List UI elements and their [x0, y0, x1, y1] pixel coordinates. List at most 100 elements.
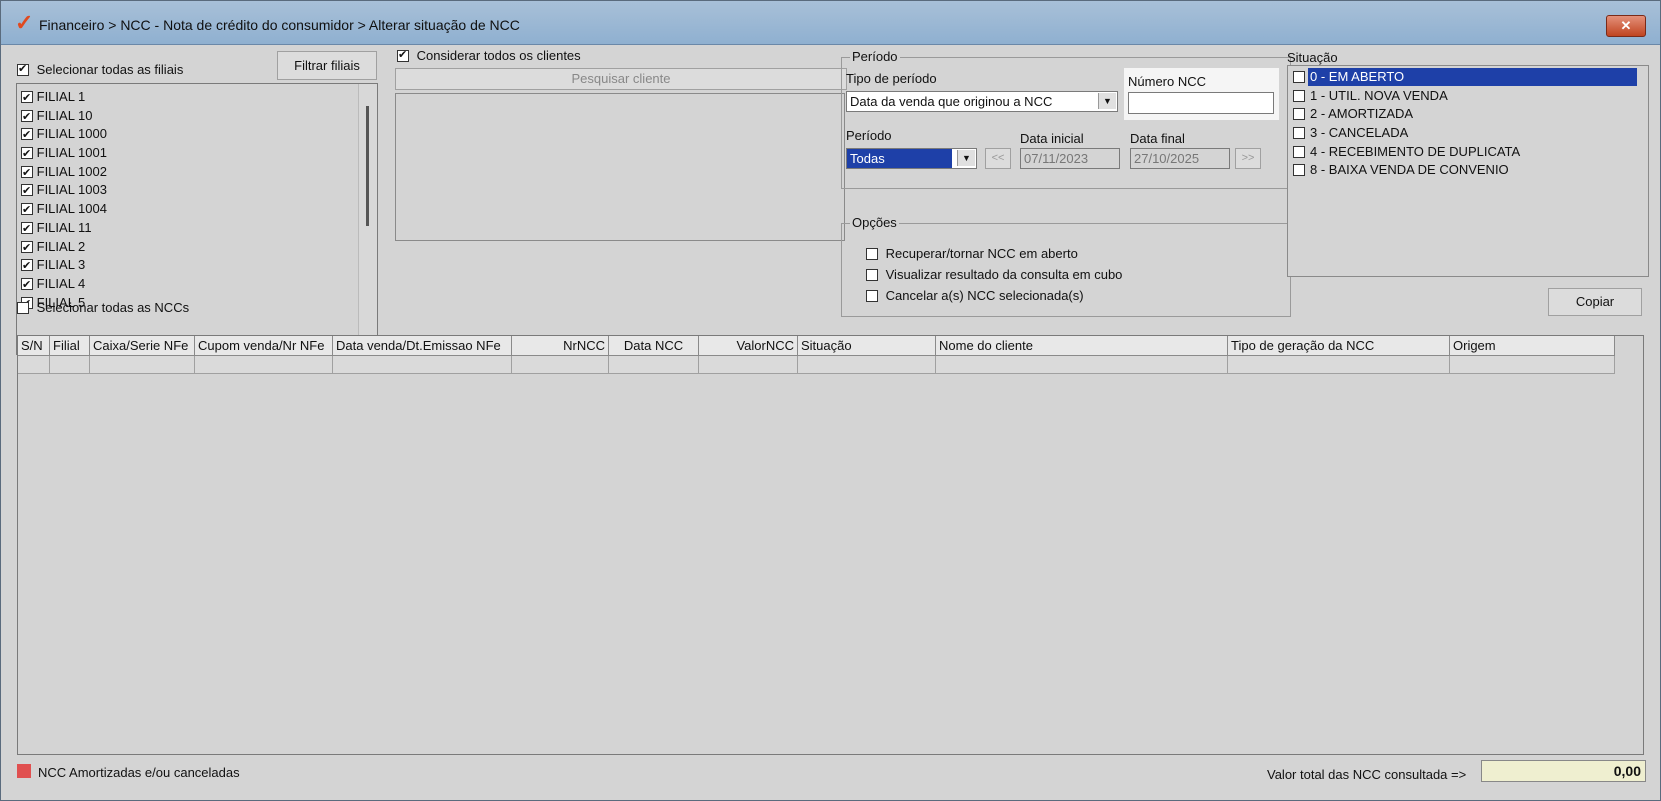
select-all-filiais-checkbox[interactable]: [17, 62, 29, 76]
column-header[interactable]: Nome do cliente: [936, 336, 1228, 356]
filial-item[interactable]: FILIAL 1004: [17, 200, 357, 219]
data-inicial-input[interactable]: 07/11/2023: [1020, 148, 1120, 169]
filial-item[interactable]: FILIAL 4: [17, 275, 357, 294]
situacao-list[interactable]: 0 - EM ABERTO 1 - UTIL. NOVA VENDA 2 - AMO…: [1287, 65, 1649, 277]
column-header[interactable]: Data venda/Dt.Emissao NFe: [333, 336, 512, 356]
consider-all-clients-label: Considerar todos os clientes: [416, 48, 581, 63]
column-header[interactable]: Caixa/Serie NFe: [90, 336, 195, 356]
situacao-item[interactable]: 4 - RECEBIMENTO DE DUPLICATA: [1291, 143, 1643, 162]
chevron-down-icon[interactable]: ▼: [957, 150, 975, 166]
situacao-label: 8 - BAIXA VENDA DE CONVENIO: [1310, 162, 1509, 178]
filial-checkbox[interactable]: [21, 220, 33, 238]
opcao-checkbox[interactable]: [866, 248, 878, 260]
grid-cell[interactable]: [936, 356, 1228, 374]
filial-item[interactable]: FILIAL 1: [17, 88, 357, 107]
situacao-item[interactable]: 2 - AMORTIZADA: [1291, 105, 1643, 124]
situacao-label: 4 - RECEBIMENTO DE DUPLICATA: [1310, 143, 1521, 159]
grid-cell[interactable]: [50, 356, 90, 374]
select-all-nccs[interactable]: Selecionar todas as NCCs: [17, 300, 189, 315]
next-period-button[interactable]: >>: [1235, 148, 1261, 169]
situacao-checkbox[interactable]: [1293, 145, 1305, 158]
data-final-input[interactable]: 27/10/2025: [1130, 148, 1230, 169]
periodo-legend: Período: [850, 49, 900, 64]
filial-checkbox[interactable]: [21, 182, 33, 200]
tipo-periodo-combo[interactable]: Data da venda que originou a NCC ▼: [846, 91, 1118, 112]
filial-item[interactable]: FILIAL 10: [17, 107, 357, 126]
filial-item[interactable]: FILIAL 2: [17, 238, 357, 257]
grid-cell[interactable]: [699, 356, 798, 374]
filial-item[interactable]: FILIAL 1000: [17, 125, 357, 144]
column-header[interactable]: Filial: [50, 336, 90, 356]
numero-ncc-panel: Número NCC: [1124, 68, 1279, 120]
opcao-item[interactable]: Cancelar a(s) NCC selecionada(s): [866, 286, 1122, 307]
situacao-checkbox[interactable]: [1293, 89, 1305, 102]
grid-cell[interactable]: [90, 356, 195, 374]
grid-cell[interactable]: [512, 356, 609, 374]
filial-checkbox[interactable]: [21, 108, 33, 126]
filial-item[interactable]: FILIAL 1002: [17, 163, 357, 182]
grid-cell[interactable]: [18, 356, 50, 374]
column-header[interactable]: ValorNCC: [699, 336, 798, 356]
periodo-combo[interactable]: Todas ▼: [846, 148, 977, 169]
situacao-checkbox[interactable]: [1293, 108, 1305, 121]
filial-checkbox[interactable]: [21, 239, 33, 257]
opcao-item[interactable]: Recuperar/tornar NCC em aberto: [866, 244, 1122, 265]
opcao-label: Cancelar a(s) NCC selecionada(s): [885, 288, 1084, 303]
numero-ncc-input[interactable]: [1128, 92, 1274, 114]
grid-cell[interactable]: [1450, 356, 1615, 374]
situacao-checkbox[interactable]: [1293, 71, 1305, 83]
opcao-label: Recuperar/tornar NCC em aberto: [885, 246, 1078, 261]
periodo-label: Período: [846, 128, 892, 143]
opcao-checkbox[interactable]: [866, 290, 878, 302]
grid-cell[interactable]: [1228, 356, 1450, 374]
column-header[interactable]: S/N: [18, 336, 50, 356]
filial-checkbox[interactable]: [21, 201, 33, 219]
consider-all-clients-checkbox[interactable]: [397, 48, 409, 62]
chevron-down-icon[interactable]: ▼: [1098, 93, 1116, 109]
close-button[interactable]: ✕: [1606, 15, 1646, 37]
filial-item[interactable]: FILIAL 1003: [17, 181, 357, 200]
filtrar-filiais-button[interactable]: Filtrar filiais: [277, 51, 377, 80]
column-header[interactable]: Tipo de geração da NCC: [1228, 336, 1450, 356]
grid-cell[interactable]: [333, 356, 512, 374]
filial-checkbox[interactable]: [21, 145, 33, 163]
column-header[interactable]: Situação: [798, 336, 936, 356]
ncc-grid[interactable]: S/N Filial Caixa/Serie NFe Cupom venda/Nr N…: [17, 335, 1644, 755]
situacao-item[interactable]: 0 - EM ABERTO: [1291, 68, 1643, 87]
filial-checkbox[interactable]: [21, 164, 33, 182]
opcao-item[interactable]: Visualizar resultado da consulta em cubo: [866, 265, 1122, 286]
copiar-button[interactable]: Copiar: [1548, 288, 1642, 316]
select-all-nccs-checkbox[interactable]: [17, 302, 29, 314]
filial-checkbox[interactable]: [21, 126, 33, 144]
select-all-filiais[interactable]: Selecionar todas as filiais: [17, 62, 183, 77]
grid-cell[interactable]: [609, 356, 699, 374]
filial-label: FILIAL 1001: [36, 145, 107, 161]
opcao-checkbox[interactable]: [866, 269, 878, 281]
prev-period-button[interactable]: <<: [985, 148, 1011, 169]
column-header[interactable]: Data NCC: [609, 336, 699, 356]
select-all-filiais-label: Selecionar todas as filiais: [36, 62, 184, 77]
situacao-item[interactable]: 1 - UTIL. NOVA VENDA: [1291, 87, 1643, 106]
filial-item[interactable]: FILIAL 3: [17, 256, 357, 275]
filial-label: FILIAL 1002: [36, 163, 107, 179]
filiais-scroll-thumb[interactable]: [366, 106, 369, 226]
filial-label: FILIAL 4: [36, 275, 86, 291]
filial-item[interactable]: FILIAL 1001: [17, 144, 357, 163]
filial-checkbox[interactable]: [21, 276, 33, 294]
filial-item[interactable]: FILIAL 11: [17, 219, 357, 238]
column-header[interactable]: Origem: [1450, 336, 1615, 356]
grid-cell[interactable]: [798, 356, 936, 374]
grid-cell[interactable]: [195, 356, 333, 374]
filial-checkbox[interactable]: [21, 257, 33, 275]
column-header[interactable]: NrNCC: [512, 336, 609, 356]
situacao-checkbox[interactable]: [1293, 164, 1305, 177]
filiais-scrollbar[interactable]: [358, 84, 377, 354]
situacao-item[interactable]: 3 - CANCELADA: [1291, 124, 1643, 143]
clientes-list[interactable]: [395, 93, 845, 241]
pesquisar-cliente-button[interactable]: Pesquisar cliente: [395, 68, 847, 90]
situacao-checkbox[interactable]: [1293, 127, 1305, 140]
consider-all-clients[interactable]: Considerar todos os clientes: [397, 48, 581, 63]
situacao-item[interactable]: 8 - BAIXA VENDA DE CONVENIO: [1291, 161, 1643, 180]
column-header[interactable]: Cupom venda/Nr NFe: [195, 336, 333, 356]
filial-checkbox[interactable]: [21, 89, 33, 107]
